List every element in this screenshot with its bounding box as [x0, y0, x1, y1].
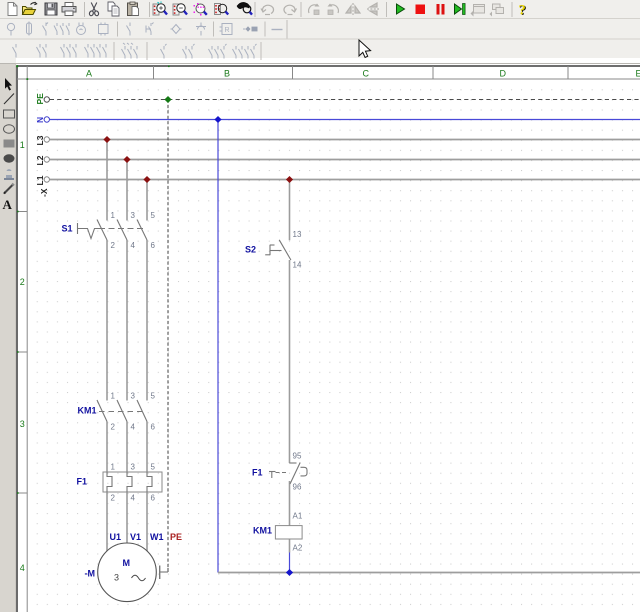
svg-text:S1: S1: [62, 224, 73, 234]
svg-text:B: B: [224, 69, 230, 79]
svg-text:1: 1: [111, 392, 116, 401]
svg-text:96: 96: [293, 483, 302, 492]
svg-text:6: 6: [151, 423, 156, 432]
svg-text:PE: PE: [170, 532, 182, 542]
svg-text:F1: F1: [77, 477, 88, 487]
svg-text:C: C: [363, 69, 370, 79]
svg-text:3: 3: [131, 463, 136, 472]
svg-text:F1: F1: [252, 468, 263, 478]
svg-text:3: 3: [131, 211, 136, 220]
svg-text:5: 5: [151, 463, 156, 472]
svg-text:14: 14: [293, 261, 302, 270]
svg-text:4: 4: [131, 494, 136, 503]
svg-text:2: 2: [111, 494, 116, 503]
svg-text:N: N: [35, 117, 45, 123]
svg-text:E: E: [636, 69, 640, 79]
svg-text:L3: L3: [35, 135, 45, 145]
svg-text:5: 5: [151, 211, 156, 220]
svg-text:4: 4: [131, 241, 136, 250]
svg-text:4: 4: [20, 563, 25, 573]
svg-text:U1: U1: [110, 532, 122, 542]
svg-text:D: D: [500, 69, 507, 79]
svg-text:S2: S2: [245, 245, 256, 255]
svg-text:-M: -M: [85, 569, 96, 579]
svg-text:L2: L2: [35, 155, 45, 165]
svg-text:95: 95: [293, 452, 302, 461]
svg-text:KM1: KM1: [253, 526, 272, 536]
svg-text:A1: A1: [293, 512, 303, 521]
svg-text:6: 6: [151, 494, 156, 503]
svg-text:4: 4: [131, 423, 136, 432]
svg-text:A: A: [3, 197, 13, 212]
svg-text:V1: V1: [130, 532, 141, 542]
svg-text:6: 6: [151, 241, 156, 250]
svg-text:1: 1: [111, 211, 116, 220]
svg-text:R: R: [225, 27, 230, 34]
svg-text:2: 2: [111, 241, 116, 250]
svg-text:13: 13: [293, 230, 302, 239]
svg-text:2: 2: [20, 277, 25, 287]
svg-text:2: 2: [111, 423, 116, 432]
svg-text:3: 3: [114, 573, 119, 583]
svg-text:L1: L1: [35, 175, 45, 185]
svg-text:W1: W1: [150, 532, 164, 542]
svg-text:A2: A2: [293, 544, 303, 553]
svg-text:5: 5: [151, 392, 156, 401]
svg-text:KM1: KM1: [78, 406, 97, 416]
svg-text:3: 3: [131, 392, 136, 401]
svg-text:M: M: [123, 558, 131, 568]
svg-text:A: A: [86, 69, 92, 79]
svg-text:3: 3: [20, 419, 25, 429]
svg-text:?: ?: [519, 3, 526, 19]
svg-text:1: 1: [20, 140, 25, 150]
svg-text:1: 1: [111, 463, 116, 472]
svg-text:PE: PE: [35, 93, 45, 105]
svg-text:-X: -X: [39, 188, 49, 197]
